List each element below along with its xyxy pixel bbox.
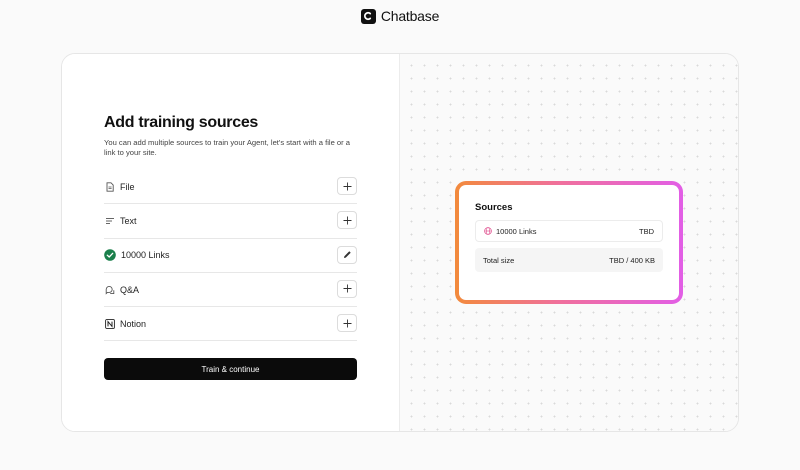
total-size-label: Total size xyxy=(483,255,515,265)
brand-name: Chatbase xyxy=(380,8,440,24)
add-qa-button[interactable] xyxy=(337,279,357,298)
summary-item-label: 10000 Links xyxy=(496,226,537,236)
chatbase-logo-icon xyxy=(360,8,376,24)
edit-links-button[interactable] xyxy=(337,245,357,264)
source-label: Text xyxy=(120,215,137,226)
source-label: Q&A xyxy=(120,284,140,295)
page-title: Add training sources xyxy=(104,114,259,131)
source-list: File Text 10000 Links Q&A Notion xyxy=(104,170,357,342)
source-row-qa: Q&A xyxy=(104,273,357,308)
train-continue-button[interactable]: Train & continue xyxy=(104,358,357,381)
sources-preview-panel: Sources 10000 Links TBD Total size TBD /… xyxy=(400,54,738,431)
qa-chat-icon xyxy=(104,284,115,295)
pencil-icon xyxy=(343,251,351,259)
summary-title: Sources xyxy=(475,202,513,213)
total-size-value: TBD / 400 KB xyxy=(609,255,655,265)
summary-total-row: Total size TBD / 400 KB xyxy=(475,248,663,272)
sources-summary-card: Sources 10000 Links TBD Total size TBD /… xyxy=(459,185,679,300)
source-row-links: 10000 Links xyxy=(104,239,357,273)
check-circle-icon xyxy=(104,249,116,262)
plus-icon xyxy=(343,216,351,225)
summary-item-links: 10000 Links TBD xyxy=(475,220,663,242)
plus-icon xyxy=(343,284,351,293)
page-description: You can add multiple sources to train yo… xyxy=(104,138,350,157)
source-label: File xyxy=(120,181,135,192)
brand-header: Chatbase xyxy=(0,8,800,24)
summary-item-value: TBD xyxy=(639,226,654,236)
globe-icon xyxy=(484,222,492,240)
source-row-notion: Notion xyxy=(104,307,357,342)
file-icon xyxy=(104,181,115,192)
plus-icon xyxy=(343,319,351,328)
source-row-text: Text xyxy=(104,204,357,239)
add-text-button[interactable] xyxy=(337,211,357,230)
text-lines-icon xyxy=(104,215,115,226)
source-label: Notion xyxy=(120,318,147,329)
training-sources-panel: Add training sources You can add multipl… xyxy=(62,54,400,431)
onboarding-card: Add training sources You can add multipl… xyxy=(61,53,739,432)
source-row-file: File xyxy=(104,170,357,205)
add-file-button[interactable] xyxy=(337,177,357,195)
add-notion-button[interactable] xyxy=(337,314,357,333)
plus-icon xyxy=(343,182,351,190)
source-label: 10000 Links xyxy=(121,250,170,261)
notion-icon xyxy=(104,318,115,329)
sources-summary-frame: Sources 10000 Links TBD Total size TBD /… xyxy=(455,181,683,304)
